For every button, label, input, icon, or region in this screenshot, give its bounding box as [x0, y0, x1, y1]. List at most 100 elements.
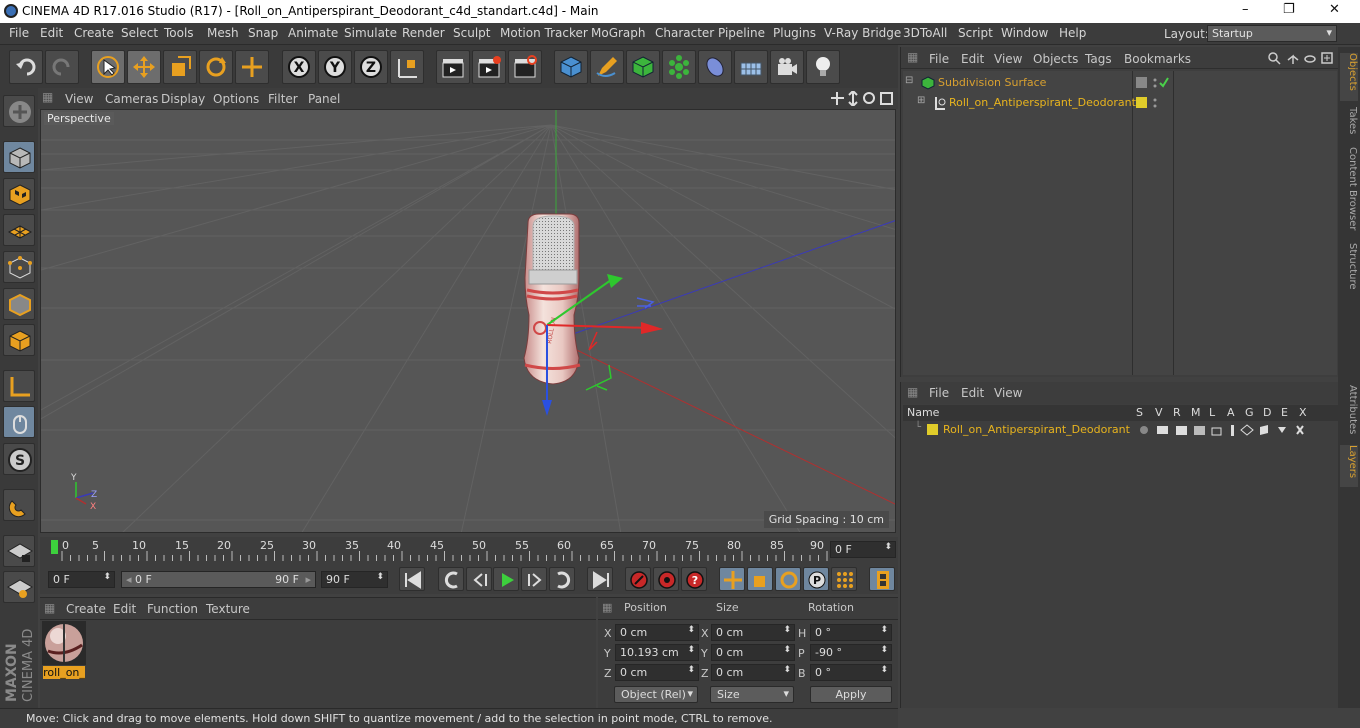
solo-toggle-icon[interactable] — [1140, 426, 1148, 434]
material-menu-texture[interactable]: Texture — [206, 602, 250, 616]
key-rotation-button[interactable] — [775, 567, 801, 591]
search-icon[interactable] — [1268, 52, 1281, 65]
record-keys-button[interactable] — [625, 567, 651, 591]
add-camera-button[interactable] — [770, 50, 804, 84]
size-x-field[interactable]: 0 cm ⬍ — [711, 624, 795, 641]
material-menu-edit[interactable]: Edit — [113, 602, 136, 616]
menu-pipeline[interactable]: Pipeline — [718, 26, 765, 40]
menu-edit[interactable]: Edit — [40, 26, 63, 40]
coordinate-system-button[interactable] — [390, 50, 424, 84]
deformer-toggle-icon[interactable] — [1260, 425, 1268, 435]
keyframe-selection-button[interactable]: ? — [681, 567, 707, 591]
layers-menu-edit[interactable]: Edit — [961, 386, 984, 400]
menu-mesh[interactable]: Mesh — [207, 26, 239, 40]
next-frame-button[interactable] — [521, 567, 547, 591]
key-pla-button[interactable] — [831, 567, 857, 591]
enabled-check-icon[interactable] — [1159, 77, 1169, 88]
viewport-menu-filter[interactable]: Filter — [268, 92, 298, 106]
workplane-mode-button[interactable] — [3, 214, 35, 246]
y-axis-lock-button[interactable]: Y — [318, 50, 352, 84]
add-deformer-button[interactable] — [698, 50, 732, 84]
layer-row[interactable]: └ Roll_on_Antiperspirant_Deodorant — [903, 421, 1339, 439]
tab-attributes[interactable]: Attributes — [1340, 385, 1358, 439]
visible-toggle-icon[interactable] — [1157, 426, 1168, 434]
render-visibility-icon[interactable] — [1153, 84, 1157, 88]
live-selection-button[interactable] — [91, 50, 125, 84]
viewport-menu-options[interactable]: Options — [213, 92, 259, 106]
menu-select[interactable]: Select — [121, 26, 158, 40]
current-frame-field[interactable]: 0 F ⬍ — [830, 541, 896, 558]
tab-layers[interactable]: Layers — [1340, 445, 1358, 487]
layer-color-swatch[interactable] — [927, 424, 938, 435]
position-y-field[interactable]: 10.193 cm ⬍ — [615, 644, 699, 661]
objects-menu-file[interactable]: File — [929, 52, 949, 66]
apply-button[interactable]: Apply — [810, 686, 892, 703]
next-key-button[interactable] — [549, 567, 575, 591]
workplane-lock-button[interactable] — [3, 535, 35, 567]
add-floor-button[interactable] — [734, 50, 768, 84]
add-pen-button[interactable] — [590, 50, 624, 84]
up-arrow-icon[interactable] — [1287, 54, 1299, 64]
move-tool-button[interactable] — [127, 50, 161, 84]
link-icon[interactable] — [1304, 55, 1316, 63]
menu-motion-tracker[interactable]: Motion Tracker — [500, 26, 588, 40]
layers-menu-view[interactable]: View — [994, 386, 1022, 400]
menu-help[interactable]: Help — [1059, 26, 1086, 40]
workplane-mode-toggle-button[interactable] — [3, 571, 35, 603]
frame-range-slider[interactable]: ◂ 0 F 90 F ▸ — [121, 571, 316, 588]
solo-mode-button[interactable]: S — [3, 443, 35, 475]
size-y-field[interactable]: 0 cm ⬍ — [711, 644, 795, 661]
orbit-icon[interactable] — [863, 92, 875, 104]
menu-character[interactable]: Character — [655, 26, 714, 40]
viewport-menu-panel[interactable]: Panel — [308, 92, 340, 106]
axis-mode-button[interactable] — [3, 370, 35, 402]
edges-mode-button[interactable] — [3, 288, 35, 320]
tab-structure[interactable]: Structure — [1340, 243, 1358, 295]
menu-file[interactable]: File — [9, 26, 29, 40]
material-menu-function[interactable]: Function — [147, 602, 198, 616]
rotation-h-field[interactable]: 0 ° ⬍ — [810, 624, 892, 641]
menu-vray-bridge[interactable]: V-Ray Bridge — [824, 26, 901, 40]
polygons-mode-button[interactable] — [3, 324, 35, 356]
rotate-tool-button[interactable] — [199, 50, 233, 84]
objects-menu-bookmarks[interactable]: Bookmarks — [1124, 52, 1191, 66]
menu-render[interactable]: Render — [402, 26, 445, 40]
layout-select[interactable]: Startup ▾ — [1207, 25, 1337, 42]
z-axis-lock-button[interactable]: Z — [354, 50, 388, 84]
collapse-icon[interactable]: ⊟ — [905, 75, 913, 86]
add-cloner-button[interactable] — [662, 50, 696, 84]
object-row-deodorant[interactable]: ⊞ Roll_on_Antiperspirant_Deodorant — [903, 93, 1337, 113]
layer-swatch-icon[interactable] — [1136, 77, 1147, 88]
pan-icon[interactable] — [831, 92, 844, 105]
objects-menu-objects[interactable]: Objects — [1033, 52, 1078, 66]
objects-menu-edit[interactable]: Edit — [961, 52, 984, 66]
start-frame-field[interactable]: 0 F ⬍ — [48, 571, 115, 588]
size-mode-select[interactable]: Size ▾ — [710, 686, 794, 703]
render-view-button[interactable] — [436, 50, 470, 84]
timeline-window-button[interactable] — [869, 567, 895, 591]
perspective-viewport[interactable]: ROLL ON Y Z X Perspective Grid Spacing :… — [40, 109, 896, 533]
snap-button[interactable] — [3, 489, 35, 521]
menu-tools[interactable]: Tools — [164, 26, 194, 40]
minimize-button[interactable]: – — [1242, 2, 1249, 17]
previous-frame-button[interactable] — [466, 567, 492, 591]
menu-sculpt[interactable]: Sculpt — [453, 26, 490, 40]
go-to-end-button[interactable] — [587, 567, 613, 591]
layer-swatch-icon[interactable] — [1136, 97, 1147, 108]
viewport-menu-view[interactable]: View — [65, 92, 93, 106]
generator-toggle-icon[interactable] — [1240, 424, 1254, 436]
size-z-field[interactable]: 0 cm ⬍ — [711, 664, 795, 681]
add-light-button[interactable] — [806, 50, 840, 84]
add-subdivision-button[interactable] — [626, 50, 660, 84]
tab-objects[interactable]: Objects — [1340, 53, 1358, 101]
menu-snap[interactable]: Snap — [248, 26, 278, 40]
tweak-mode-button[interactable] — [3, 406, 35, 438]
xref-toggle-icon[interactable] — [1296, 425, 1304, 435]
viewport-menu-display[interactable]: Display — [161, 92, 205, 106]
make-editable-button[interactable] — [3, 95, 35, 127]
material-menu-create[interactable]: Create — [66, 602, 106, 616]
menu-simulate[interactable]: Simulate — [344, 26, 397, 40]
maximize-view-icon[interactable] — [880, 92, 893, 105]
render-settings-button[interactable] — [508, 50, 542, 84]
add-cube-button[interactable] — [554, 50, 588, 84]
